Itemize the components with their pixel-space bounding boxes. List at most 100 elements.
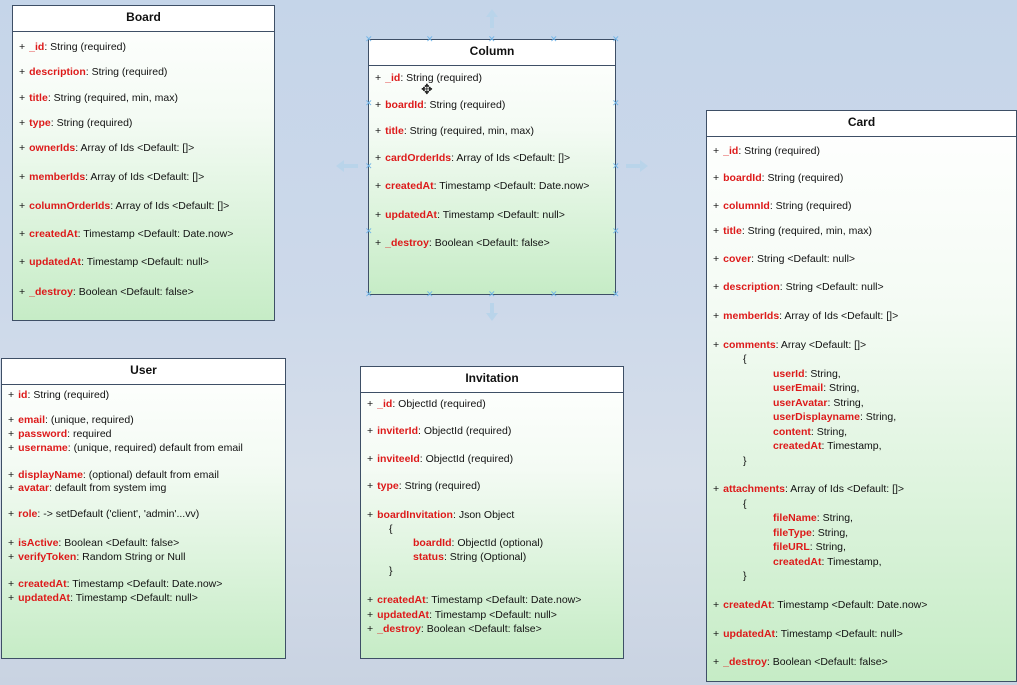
- field-prefix: +: [19, 117, 26, 129]
- field-prefix: +: [713, 483, 720, 495]
- field-name: _id: [385, 72, 401, 84]
- resize-handle[interactable]: ✕: [612, 162, 620, 171]
- field-prefix: +: [713, 628, 720, 640]
- invitation-field: + type: String (required): [367, 480, 621, 493]
- field-name: title: [723, 225, 742, 237]
- field-prefix: +: [19, 41, 26, 53]
- invitation-field: + createdAt: Timestamp <Default: Date.now…: [367, 594, 621, 607]
- field-type: : (unique, required) default from email: [67, 442, 243, 454]
- field-name: updatedAt: [377, 609, 430, 621]
- resize-handle[interactable]: ✕: [550, 290, 558, 299]
- column-field: + createdAt: Timestamp <Default: Date.now…: [375, 180, 613, 193]
- user-field: + username: (unique, required) default fr…: [8, 442, 283, 455]
- field-prefix: +: [713, 225, 720, 237]
- field-name: fileURL: [773, 541, 810, 553]
- resize-handle[interactable]: ✕: [612, 99, 620, 108]
- field-name: _id: [29, 41, 45, 53]
- field-type: : Timestamp <Default: Date.now>: [77, 228, 234, 240]
- field-prefix: +: [8, 442, 15, 454]
- field-prefix: +: [8, 551, 15, 563]
- field-name: content: [773, 426, 811, 438]
- field-type: : required: [67, 428, 112, 440]
- field-name: cover: [723, 253, 752, 265]
- column-field: + _destroy: Boolean <Default: false>: [375, 237, 613, 250]
- invitation-entity[interactable]: Invitation + _id: ObjectId (required) + inv…: [360, 366, 624, 659]
- user-field: + isActive: Boolean <Default: false>: [8, 537, 283, 550]
- resize-handle[interactable]: ✕: [488, 35, 496, 44]
- user-entity[interactable]: User + id: String (required) + email: (uniq…: [1, 358, 286, 659]
- field-type: : Array of Ids <Default: []>: [779, 310, 899, 322]
- card-field: + columnId: String (required): [713, 200, 1014, 213]
- field-type: : String (required): [85, 66, 168, 78]
- field-name: description: [723, 281, 780, 293]
- resize-handle[interactable]: ✕: [426, 290, 434, 299]
- field-type: : String (Optional): [443, 551, 527, 563]
- field-type: : Json Object: [452, 509, 515, 521]
- field-prefix: +: [19, 286, 26, 298]
- field-name: memberIds: [29, 171, 86, 183]
- field-name: createdAt: [773, 440, 822, 452]
- field-type: : String,: [804, 368, 841, 380]
- field-type: : Timestamp <Default: Date.now>: [771, 599, 928, 611]
- field-type: : Timestamp <Default: Date.now>: [66, 578, 223, 590]
- column-entity[interactable]: Column + _id: String (required) + boardId: …: [368, 39, 616, 295]
- card-field: fileURL: String,: [773, 541, 1014, 554]
- field-name: cardOrderIds: [385, 152, 452, 164]
- field-name: createdAt: [377, 594, 426, 606]
- field-prefix: +: [8, 389, 15, 401]
- field-type: : Boolean <Default: false>: [420, 623, 542, 635]
- resize-handle[interactable]: ✕: [365, 35, 373, 44]
- field-type: : String (required): [761, 172, 844, 184]
- field-prefix: +: [713, 310, 720, 322]
- field-name: avatar: [18, 482, 50, 494]
- card-entity[interactable]: Card + _id: String (required) + boardId: St…: [706, 110, 1017, 682]
- resize-handle[interactable]: ✕: [612, 35, 620, 44]
- invitation-field: {: [389, 523, 621, 536]
- invitation-field: + inviterId: ObjectId (required): [367, 425, 621, 438]
- resize-handle[interactable]: ✕: [550, 35, 558, 44]
- field-name: boardInvitation: [377, 509, 453, 521]
- column-field: + title: String (required, min, max): [375, 125, 613, 138]
- board-entity[interactable]: Board + _id: String (required) + descriptio…: [12, 5, 275, 321]
- field-name: createdAt: [773, 556, 822, 568]
- field-prefix: +: [367, 425, 374, 437]
- card-field: {: [743, 498, 1014, 511]
- field-name: memberIds: [723, 310, 780, 322]
- resize-handle[interactable]: ✕: [365, 290, 373, 299]
- resize-handle[interactable]: ✕: [365, 227, 373, 236]
- resize-handle[interactable]: ✕: [365, 99, 373, 108]
- invitation-field: + inviteeId: ObjectId (required): [367, 453, 621, 466]
- field-prefix: +: [713, 200, 720, 212]
- field-prefix: +: [375, 72, 382, 84]
- field-name: status: [413, 551, 444, 563]
- invitation-field: + _id: ObjectId (required): [367, 398, 621, 411]
- field-name: createdAt: [385, 180, 434, 192]
- field-name: _id: [723, 145, 739, 157]
- resize-handle[interactable]: ✕: [612, 290, 620, 299]
- field-type: : String (required): [50, 117, 133, 129]
- column-field: + cardOrderIds: Array of Ids <Default: []…: [375, 152, 613, 165]
- field-name: userId: [773, 368, 805, 380]
- card-field: content: String,: [773, 426, 1014, 439]
- field-name: updatedAt: [723, 628, 776, 640]
- resize-handle[interactable]: ✕: [488, 290, 496, 299]
- field-prefix: +: [367, 398, 374, 410]
- card-field: + _destroy: Boolean <Default: false>: [713, 656, 1014, 669]
- field-prefix: +: [8, 469, 15, 481]
- field-name: updatedAt: [385, 209, 438, 221]
- invitation-field: + updatedAt: Timestamp <Default: null>: [367, 609, 621, 622]
- card-field: userEmail: String,: [773, 382, 1014, 395]
- field-type: {: [389, 523, 393, 535]
- resize-handle[interactable]: ✕: [365, 162, 373, 171]
- resize-handle[interactable]: ✕: [426, 35, 434, 44]
- card-field: + comments: Array <Default: []>: [713, 339, 1014, 352]
- field-name: comments: [723, 339, 776, 351]
- field-name: inviterId: [377, 425, 418, 437]
- field-name: type: [29, 117, 51, 129]
- resize-handle[interactable]: ✕: [612, 227, 620, 236]
- field-prefix: +: [375, 125, 382, 137]
- field-prefix: +: [19, 200, 26, 212]
- field-prefix: +: [713, 339, 720, 351]
- card-field: + boardId: String (required): [713, 172, 1014, 185]
- field-type: : String (required): [27, 389, 110, 401]
